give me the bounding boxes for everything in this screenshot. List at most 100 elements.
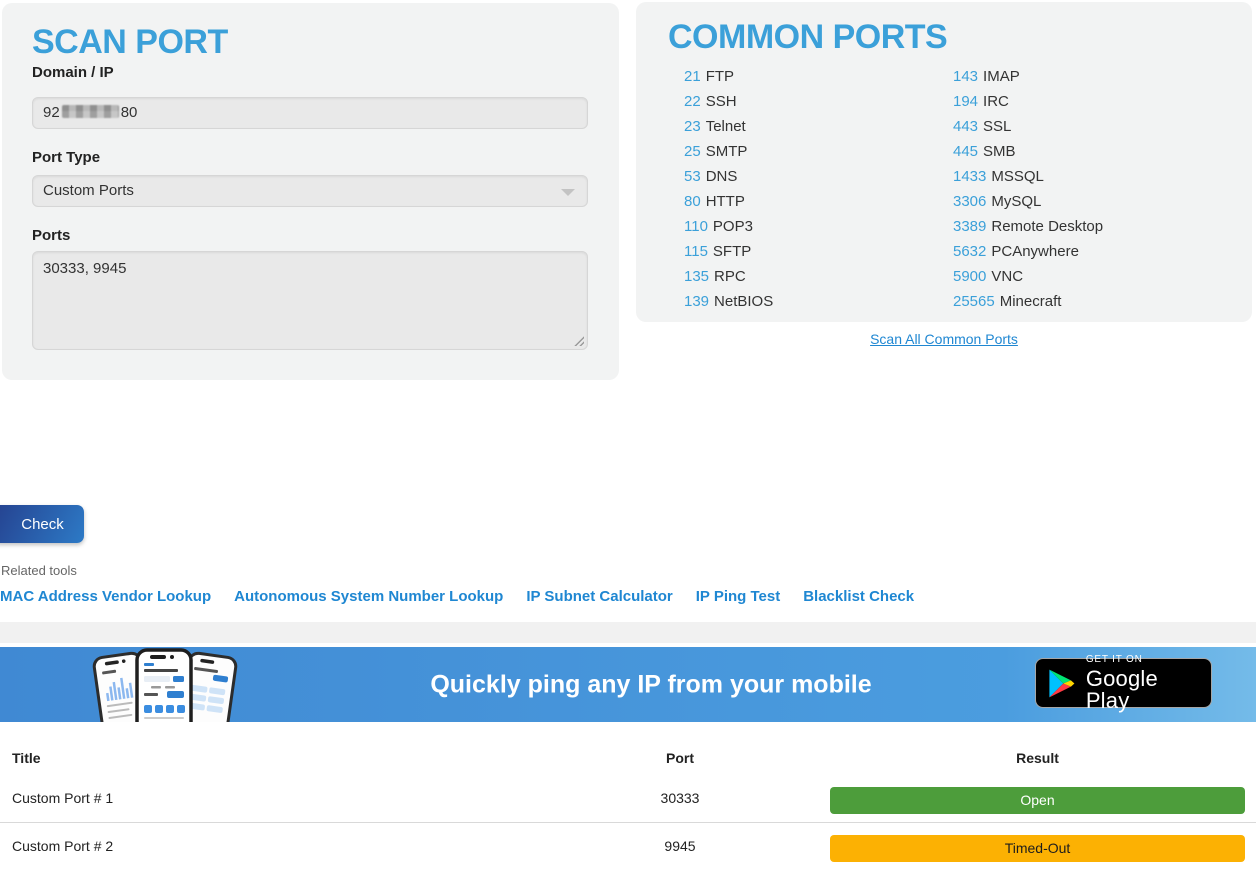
common-port-item: 5632 PCAnywhere — [953, 239, 1103, 264]
link-blacklist-check[interactable]: Blacklist Check — [803, 588, 914, 605]
link-asn-lookup[interactable]: Autonomous System Number Lookup — [234, 588, 503, 605]
port-name: SFTP — [713, 243, 751, 260]
port-name: VNC — [991, 268, 1023, 285]
domain-ip-label: Domain / IP — [32, 64, 114, 81]
common-port-item: 22 SSH — [684, 89, 773, 114]
port-number-link[interactable]: 80 — [684, 193, 701, 210]
scan-all-wrap: Scan All Common Ports — [636, 331, 1252, 349]
port-number-link[interactable]: 5632 — [953, 243, 986, 260]
domain-ip-value-prefix: 92 — [43, 104, 60, 121]
scan-port-title: SCAN PORT — [32, 23, 228, 62]
port-number-link[interactable]: 25565 — [953, 293, 995, 310]
common-port-item: 139 NetBIOS — [684, 289, 773, 314]
divider-strip — [0, 622, 1256, 643]
common-port-item: 443 SSL — [953, 114, 1103, 139]
port-name: SMB — [983, 143, 1016, 160]
common-port-item: 445 SMB — [953, 139, 1103, 164]
port-number-link[interactable]: 143 — [953, 68, 978, 85]
domain-ip-input[interactable]: 92 80 — [32, 97, 588, 129]
port-number-link[interactable]: 110 — [684, 218, 708, 235]
port-name: NetBIOS — [714, 293, 773, 310]
port-name: IMAP — [983, 68, 1020, 85]
common-ports-panel: COMMON PORTS 21 FTP 22 SSH 23 Telnet 25 SMTP… — [636, 2, 1252, 322]
link-ip-ping-test[interactable]: IP Ping Test — [696, 588, 780, 605]
domain-ip-value-suffix: 80 — [121, 104, 138, 121]
ports-value: 30333, 9945 — [43, 260, 126, 277]
related-tools-links: MAC Address Vendor Lookup Autonomous Sys… — [0, 588, 914, 605]
common-port-item: 25 SMTP — [684, 139, 773, 164]
port-number-link[interactable]: 22 — [684, 93, 701, 110]
common-port-item: 194 IRC — [953, 89, 1103, 114]
port-number-link[interactable]: 135 — [684, 268, 709, 285]
common-port-item: 3306 MySQL — [953, 189, 1103, 214]
port-name: IRC — [983, 93, 1009, 110]
port-number-link[interactable]: 25 — [684, 143, 701, 160]
port-number-link[interactable]: 443 — [953, 118, 978, 135]
link-mac-address-vendor-lookup[interactable]: MAC Address Vendor Lookup — [0, 588, 211, 605]
common-port-item: 80 HTTP — [684, 189, 773, 214]
common-port-item: 135 RPC — [684, 264, 773, 289]
scan-port-panel: SCAN PORT Domain / IP 92 80 Port Type Cus… — [2, 3, 619, 380]
port-name: Minecraft — [1000, 293, 1062, 310]
redacted-ip-blur — [62, 105, 119, 118]
port-number-link[interactable]: 194 — [953, 93, 978, 110]
port-number-link[interactable]: 115 — [684, 243, 708, 260]
port-number-link[interactable]: 3306 — [953, 193, 986, 210]
port-name: POP3 — [713, 218, 753, 235]
mobile-app-banner: Quickly ping any IP from your mobile GET… — [0, 647, 1256, 722]
port-number-link[interactable]: 23 — [684, 118, 701, 135]
port-name: SSL — [983, 118, 1011, 135]
port-name: HTTP — [706, 193, 745, 210]
ports-label: Ports — [32, 227, 70, 244]
port-type-select[interactable]: Custom Ports — [32, 175, 588, 207]
common-port-item: 25565 Minecraft — [953, 289, 1103, 314]
row-divider — [0, 822, 1256, 823]
results-header-title: Title — [12, 750, 41, 766]
common-port-item: 3389Remote Desktop — [953, 214, 1103, 239]
port-number-link[interactable]: 53 — [684, 168, 701, 185]
common-port-item: 1433 MSSQL — [953, 164, 1103, 189]
port-number-link[interactable]: 445 — [953, 143, 978, 160]
ports-textarea[interactable]: 30333, 9945 — [32, 251, 588, 350]
get-it-on-label: GET IT ON — [1086, 655, 1199, 665]
port-name: RPC — [714, 268, 746, 285]
port-number-link[interactable]: 3389 — [953, 218, 986, 235]
port-type-selected-value: Custom Ports — [43, 182, 134, 199]
link-ip-subnet-calculator[interactable]: IP Subnet Calculator — [526, 588, 672, 605]
row-title: Custom Port # 2 — [12, 838, 113, 854]
common-port-item: 53 DNS — [684, 164, 773, 189]
google-play-text: GET IT ON Google Play — [1086, 655, 1199, 712]
common-port-item: 5900 VNC — [953, 264, 1103, 289]
common-port-item: 143 IMAP — [953, 64, 1103, 89]
port-name: FTP — [706, 68, 734, 85]
common-ports-left-column: 21 FTP 22 SSH 23 Telnet 25 SMTP 53 DNS 80 HTTP… — [684, 64, 773, 314]
port-name: DNS — [706, 168, 738, 185]
port-number-link[interactable]: 1433 — [953, 168, 986, 185]
common-ports-title: COMMON PORTS — [668, 18, 947, 57]
row-port: 9945 — [605, 838, 755, 854]
common-port-item: 115 SFTP — [684, 239, 773, 264]
port-name: MySQL — [991, 193, 1041, 210]
google-play-icon — [1048, 667, 1076, 700]
port-name: PCAnywhere — [991, 243, 1079, 260]
port-number-link[interactable]: 5900 — [953, 268, 986, 285]
google-play-badge[interactable]: GET IT ON Google Play — [1035, 658, 1212, 708]
row-port: 30333 — [605, 790, 755, 806]
check-button[interactable]: Check — [0, 505, 84, 543]
port-name: MSSQL — [991, 168, 1044, 185]
common-ports-right-column: 143 IMAP 194 IRC 443 SSL 445 SMB 1433 MSSQL 3… — [953, 64, 1103, 314]
port-name: SMTP — [706, 143, 748, 160]
port-name: Telnet — [706, 118, 746, 135]
resize-grip-icon[interactable] — [573, 335, 584, 346]
port-scanner-page: SCAN PORT Domain / IP 92 80 Port Type Cus… — [0, 0, 1256, 875]
port-number-link[interactable]: 21 — [684, 68, 701, 85]
port-name: SSH — [706, 93, 737, 110]
common-port-item: 110 POP3 — [684, 214, 773, 239]
scan-all-common-ports-link[interactable]: Scan All Common Ports — [870, 331, 1018, 347]
results-header-port: Port — [605, 750, 755, 766]
port-type-label: Port Type — [32, 149, 100, 166]
common-port-item: 23 Telnet — [684, 114, 773, 139]
status-badge-open: Open — [830, 787, 1245, 814]
row-title: Custom Port # 1 — [12, 790, 113, 806]
port-number-link[interactable]: 139 — [684, 293, 709, 310]
